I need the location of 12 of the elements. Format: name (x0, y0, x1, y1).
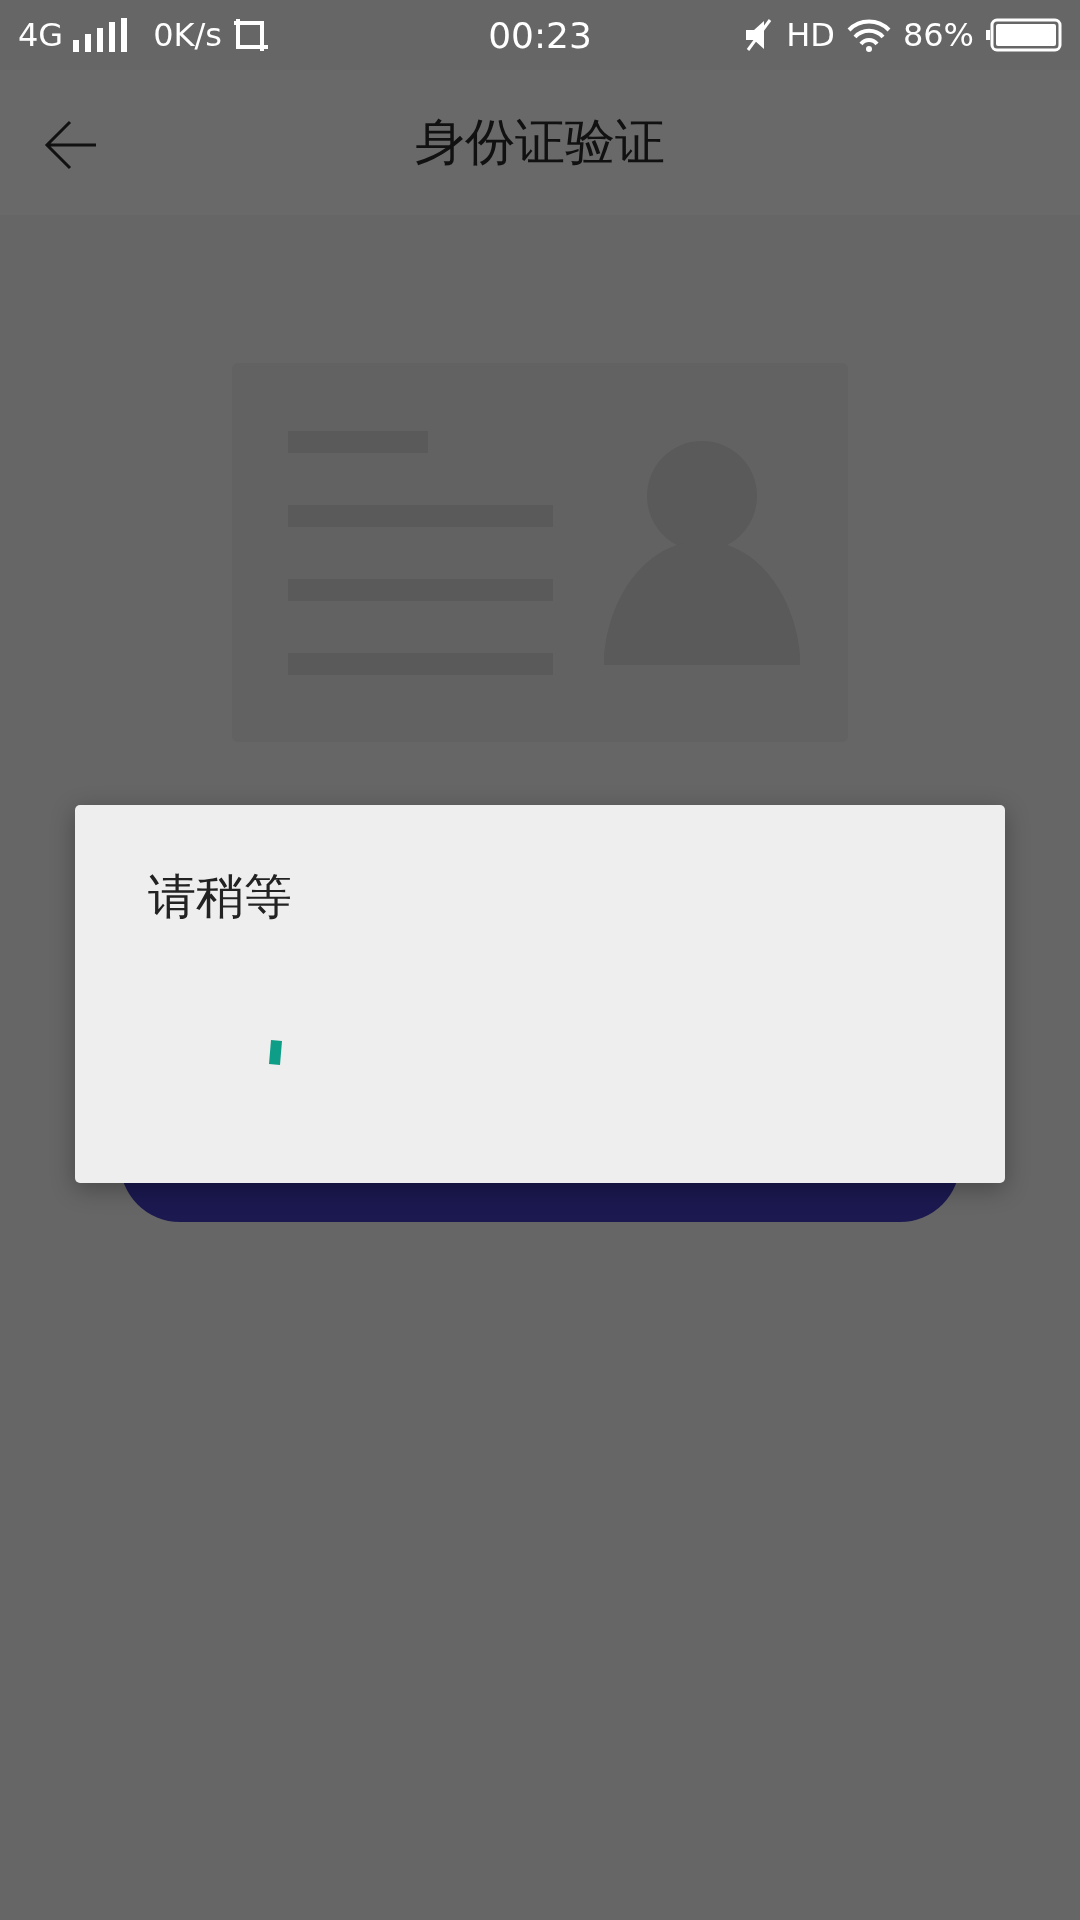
battery-icon (986, 18, 1062, 52)
dialog-title: 请稍等 (148, 867, 293, 926)
hd-label: HD (786, 16, 835, 54)
page-title: 身份证验证 (415, 112, 665, 173)
signal-icon (73, 18, 130, 52)
network-label: 4G (18, 16, 64, 54)
battery-label: 86% (902, 16, 974, 54)
spinner-icon (268, 1039, 282, 1065)
wifi-icon (846, 18, 891, 52)
speed-label: 0K/s (153, 16, 222, 54)
clock: 00:23 (488, 14, 592, 56)
back-icon[interactable] (44, 118, 98, 172)
